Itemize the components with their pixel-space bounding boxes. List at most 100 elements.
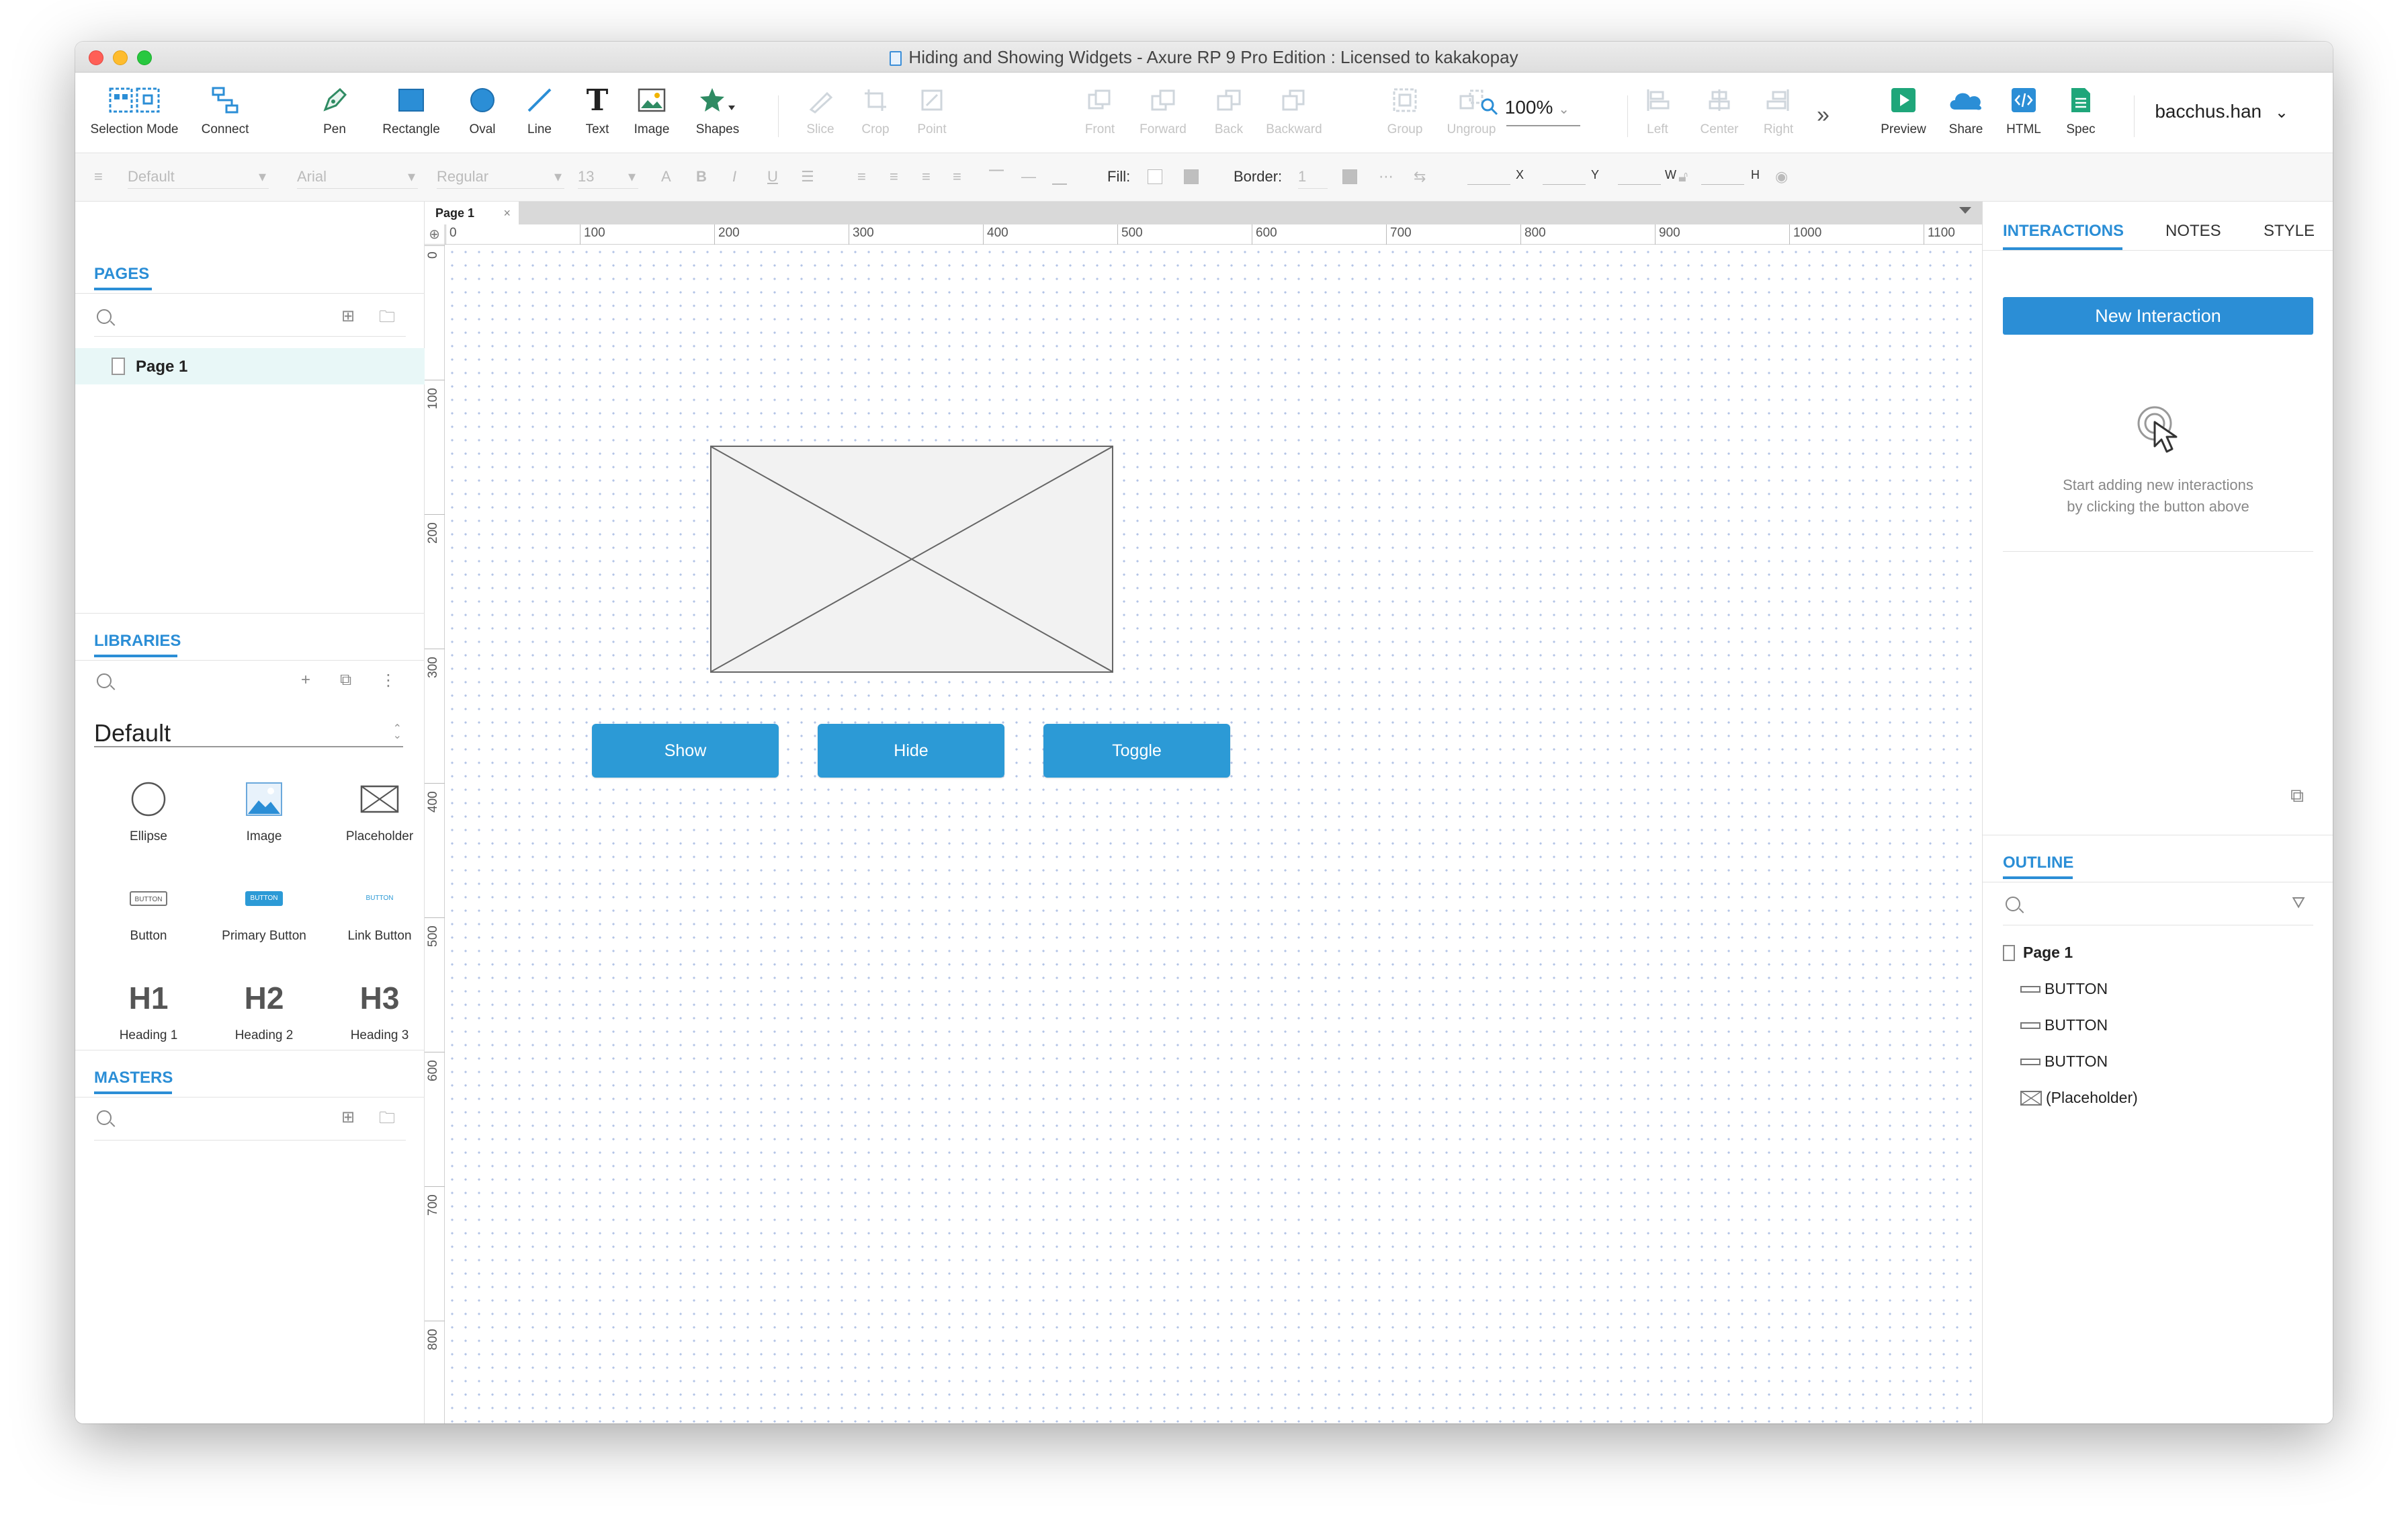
border-style-icon[interactable]: ⋯ <box>1379 168 1393 185</box>
pen-tool-button[interactable]: Pen <box>308 82 361 137</box>
hide-button[interactable]: Hide <box>818 724 1004 778</box>
align-text-right-icon[interactable]: ≡ <box>922 168 931 185</box>
outline-item-button[interactable]: BUTTON <box>2020 1052 2108 1071</box>
page-tab[interactable]: Page 1 × <box>425 202 519 224</box>
image-tool-button[interactable]: Image <box>625 82 679 137</box>
spec-button[interactable]: Spec <box>2057 82 2104 137</box>
maximize-window-button[interactable] <box>137 50 152 65</box>
point-button[interactable]: Point <box>908 82 955 137</box>
oval-tool-button[interactable]: Oval <box>456 82 509 137</box>
italic-icon[interactable]: I <box>732 168 736 185</box>
more-vertical-icon[interactable]: ⋮ <box>380 671 396 690</box>
outline-section-tab[interactable]: OUTLINE <box>2003 854 2073 879</box>
vertical-ruler[interactable]: 0 100 200 300 400 500 600 700 800 <box>425 245 445 1423</box>
outline-search-icon[interactable] <box>2006 897 2020 911</box>
connect-button[interactable]: Connect <box>195 82 255 137</box>
shapes-tool-button[interactable]: Shapes <box>684 82 751 137</box>
library-item-heading-1[interactable]: H1 Heading 1 <box>91 975 206 1043</box>
outline-filter-icon[interactable]: ⛛ <box>2292 894 2305 913</box>
user-account-menu[interactable]: bacchus.han ⌄ <box>2155 101 2288 122</box>
style-dropdown[interactable]: Default ▾ <box>128 168 269 189</box>
pages-section-tab[interactable]: PAGES <box>94 265 152 290</box>
border-color-swatch[interactable] <box>1342 169 1357 184</box>
close-tab-icon[interactable]: × <box>503 202 511 224</box>
visibility-eye-icon[interactable]: ◉ <box>1775 168 1788 185</box>
preview-button[interactable]: Preview <box>1873 82 1934 137</box>
ruler-origin-crosshair-icon[interactable]: ⊕ <box>425 224 445 245</box>
outline-page-node[interactable]: Page 1 <box>2003 944 2073 962</box>
page-tree-item[interactable]: Page 1 <box>75 348 425 384</box>
outline-item-button[interactable]: BUTTON <box>2020 1016 2108 1034</box>
tab-style[interactable]: STYLE <box>2264 222 2315 241</box>
align-left-button[interactable]: Left <box>1634 82 1681 137</box>
arrow-style-icon[interactable]: ⇆ <box>1414 168 1426 185</box>
library-item-heading-3[interactable]: H3 Heading 3 <box>322 975 437 1043</box>
add-folder-icon[interactable]: 🗀︎ <box>379 305 395 333</box>
close-window-button[interactable] <box>89 50 103 65</box>
align-text-left-icon[interactable]: ≡ <box>857 168 866 185</box>
bring-forward-button[interactable]: Forward <box>1133 82 1193 137</box>
masters-search-icon[interactable] <box>97 1110 112 1125</box>
library-item-link-button[interactable]: BUTTON Link Button <box>322 875 437 944</box>
new-interaction-button[interactable]: New Interaction <box>2003 297 2313 335</box>
slice-button[interactable]: Slice <box>797 82 844 137</box>
more-tools-chevron-icon[interactable]: » <box>1817 102 1830 128</box>
library-item-ellipse[interactable]: Ellipse <box>91 776 206 844</box>
html-button[interactable]: HTML <box>1998 82 2049 137</box>
align-center-button[interactable]: Center <box>1689 82 1750 137</box>
border-width-input[interactable]: 1 <box>1298 168 1328 189</box>
toggle-button[interactable]: Toggle <box>1043 724 1230 778</box>
show-button[interactable]: Show <box>592 724 779 778</box>
w-input[interactable] <box>1618 184 1661 185</box>
add-master-folder-icon[interactable]: 🗀︎ <box>379 1106 395 1134</box>
align-text-center-icon[interactable]: ≡ <box>890 168 898 185</box>
add-master-icon[interactable]: ⊞ <box>341 1108 355 1127</box>
popout-panel-icon[interactable]: ⧉ <box>2290 785 2304 807</box>
align-top-icon[interactable]: ⎺ <box>989 168 1004 185</box>
align-right-button[interactable]: Right <box>1755 82 1802 137</box>
share-button[interactable]: Share <box>1940 82 1991 137</box>
horizontal-ruler[interactable]: 0 100 200 300 400 500 600 700 800 900 1000 1100 <box>445 224 1982 245</box>
library-item-heading-2[interactable]: H2 Heading 2 <box>207 975 321 1043</box>
fill-color-swatch[interactable] <box>1148 169 1162 184</box>
align-text-justify-icon[interactable]: ≡ <box>953 168 961 185</box>
crop-button[interactable]: Crop <box>852 82 899 137</box>
libraries-search-icon[interactable] <box>97 673 112 688</box>
add-library-icon[interactable]: + <box>301 671 310 690</box>
tab-notes[interactable]: NOTES <box>2165 222 2221 241</box>
library-options-icon[interactable]: ⧉ <box>340 671 351 690</box>
send-backward-button[interactable]: Backward <box>1260 82 1328 137</box>
x-input[interactable] <box>1467 184 1510 185</box>
font-size-dropdown[interactable]: 13 ▾ <box>578 168 638 189</box>
libraries-section-tab[interactable]: LIBRARIES <box>94 632 181 657</box>
font-family-dropdown[interactable]: Arial ▾ <box>297 168 418 189</box>
align-middle-icon[interactable]: — <box>1021 168 1036 185</box>
tabs-dropdown-chevron-icon[interactable] <box>1959 207 1971 214</box>
font-color-icon[interactable]: A <box>661 168 671 185</box>
library-item-button[interactable]: BUTTON Button <box>91 875 206 944</box>
line-tool-button[interactable]: Line <box>516 82 563 137</box>
underline-icon[interactable]: U <box>767 168 778 185</box>
library-item-placeholder[interactable]: Placeholder <box>322 776 437 844</box>
zoom-control[interactable]: 100% ⌄ <box>1479 97 1580 126</box>
add-page-icon[interactable]: ⊞ <box>341 306 355 326</box>
y-input[interactable] <box>1543 184 1586 185</box>
font-weight-dropdown[interactable]: Regular ▾ <box>437 168 564 189</box>
tab-interactions[interactable]: INTERACTIONS <box>2003 222 2124 241</box>
canvas-grid[interactable]: Show Hide Toggle <box>445 245 1982 1423</box>
rectangle-tool-button[interactable]: Rectangle <box>371 82 452 137</box>
text-tool-button[interactable]: T Text <box>574 82 621 137</box>
pages-search-icon[interactable] <box>97 309 112 324</box>
placeholder-widget[interactable] <box>710 446 1113 673</box>
lock-icon[interactable]: 🔓︎ <box>1678 168 1688 185</box>
align-bottom-icon[interactable]: ⎽ <box>1052 168 1067 185</box>
outline-item-placeholder[interactable]: (Placeholder) <box>2020 1089 2138 1107</box>
bold-icon[interactable]: B <box>696 168 707 185</box>
send-to-back-button[interactable]: Back <box>1205 82 1252 137</box>
library-item-primary-button[interactable]: BUTTON Primary Button <box>207 875 321 944</box>
minimize-window-button[interactable] <box>113 50 128 65</box>
outline-item-button[interactable]: BUTTON <box>2020 980 2108 998</box>
library-item-image[interactable]: Image <box>207 776 321 844</box>
selection-mode-button[interactable]: Selection Mode <box>89 82 180 137</box>
library-select[interactable]: Default ⌃ ⌄ <box>94 719 403 747</box>
